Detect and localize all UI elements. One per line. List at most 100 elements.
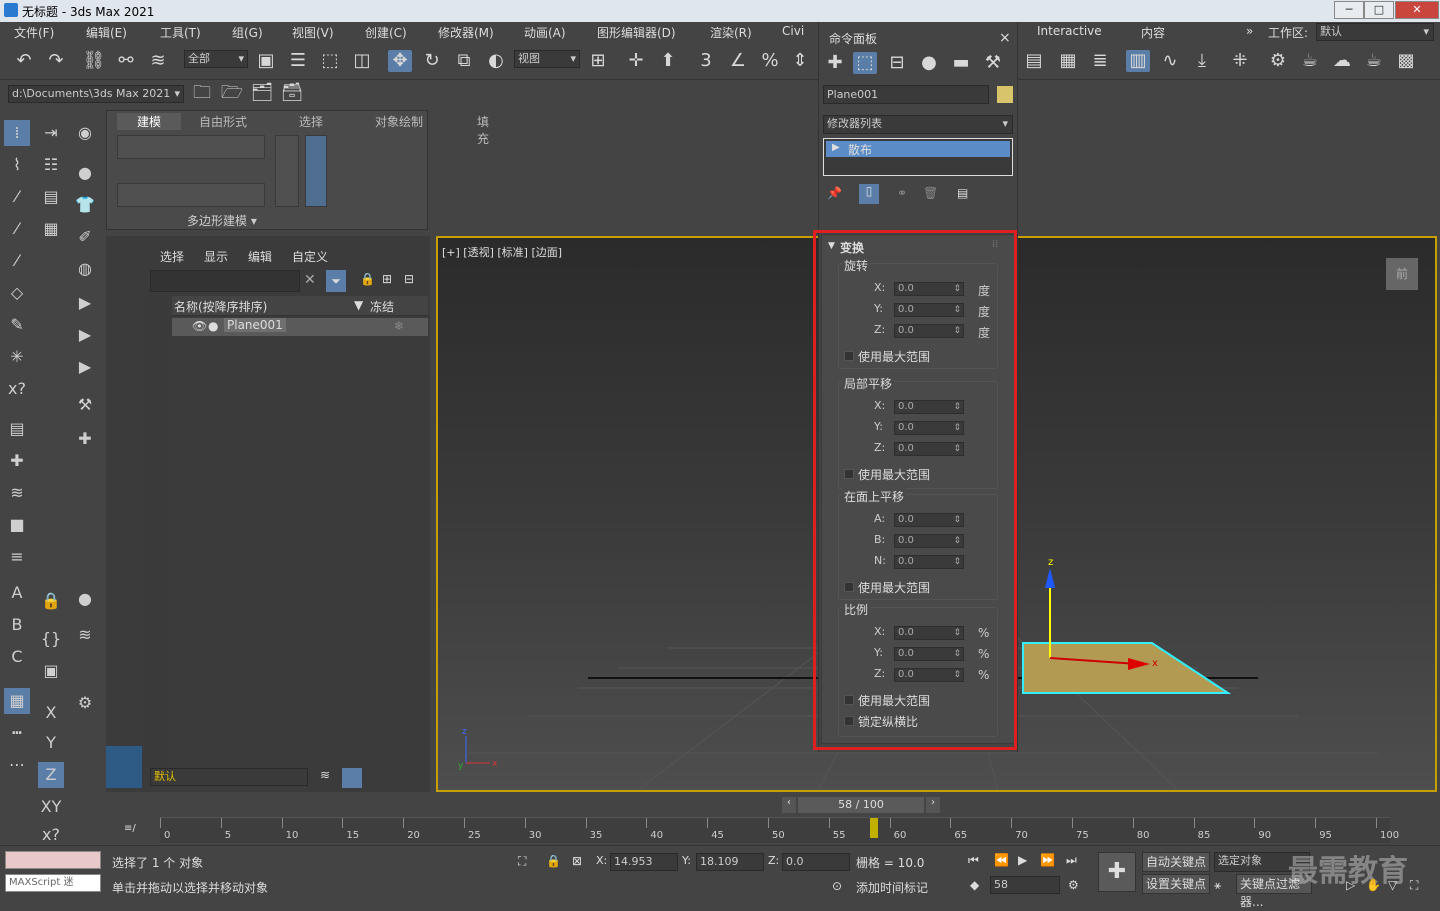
freeze-icon[interactable]: ❄ (394, 319, 404, 333)
time-tag-icon[interactable]: ⊙ (832, 879, 842, 893)
chevron-more-icon[interactable]: » (1246, 24, 1253, 38)
film-icon[interactable]: ▶ (72, 290, 98, 316)
select-scale-icon[interactable]: ⧉ (452, 50, 476, 72)
tab-modeling[interactable]: 建模 (117, 113, 182, 130)
tshirt-icon[interactable]: 👕 (72, 192, 98, 218)
move-in-icon[interactable]: ⇥ (38, 120, 64, 146)
layer-explorer-icon[interactable]: ≣ (1088, 50, 1112, 72)
table-row[interactable]: 👁 ● Plane001 ❄ (172, 318, 428, 336)
set-project-icon[interactable]: 🗃 (280, 82, 304, 104)
x-coordinate-field[interactable]: 14.953 (610, 853, 678, 871)
render-production-icon[interactable]: ☕ (1362, 50, 1386, 72)
snaps-toggle-icon[interactable]: 3 (694, 50, 718, 72)
maxscript-listener-output[interactable] (5, 851, 101, 869)
expand-arrow-icon[interactable]: ▶ (832, 142, 840, 153)
angle-snap-icon[interactable]: ∠ (726, 50, 750, 72)
keyboard-shortcut-icon[interactable]: ⬆ (656, 50, 680, 72)
close-button[interactable]: ✕ (1395, 1, 1439, 19)
list-add-icon[interactable]: ☷ (38, 152, 64, 178)
schematic-view-icon[interactable]: ⁜ (1228, 50, 1252, 72)
axis-x-icon[interactable]: X (38, 700, 64, 726)
rendered-frame-icon[interactable]: ☁ (1330, 50, 1354, 72)
polygon-tools[interactable] (117, 183, 265, 207)
menu-create[interactable]: 创建(C) (365, 24, 407, 41)
explorer-menu-customize[interactable]: 自定义 (292, 248, 328, 265)
absolute-mode-icon[interactable]: ⊠ (572, 854, 582, 868)
orbit-icon[interactable]: ▷ (1346, 878, 1355, 892)
unlink-icon[interactable]: ⚯ (114, 50, 138, 72)
polygon-select-icon[interactable]: ◇ (4, 280, 30, 306)
maxscript-input[interactable]: MAXScript 迷 (5, 874, 101, 892)
render-dot-icon[interactable]: ● (208, 319, 218, 333)
isolate-icon[interactable]: ⛶ (518, 854, 526, 869)
add-layer-icon[interactable]: ✚ (4, 448, 30, 474)
render-setup-icon[interactable]: ☕ (1298, 50, 1322, 72)
graphite-select-icon[interactable]: ⁞ (4, 120, 30, 146)
utilities-tab-icon[interactable]: ⚒ (981, 52, 1005, 74)
shapes-icon[interactable]: ● (72, 160, 98, 186)
layer-add-icon[interactable]: ▤ (38, 184, 64, 210)
key-filter-icon[interactable]: ⚹ (1214, 878, 1221, 893)
pivot-center-icon[interactable]: ⊞ (586, 50, 610, 72)
auto-key-button[interactable]: 自动关键点 (1142, 852, 1210, 872)
sphere-icon[interactable]: ◍ (72, 256, 98, 282)
material-editor-icon[interactable]: ⚙ (1266, 50, 1290, 72)
modifier-list-dropdown[interactable]: 修改器列表 ▾ (823, 115, 1013, 134)
current-frame-field[interactable]: 58 (990, 876, 1060, 894)
scatter-icon[interactable]: ✳ (4, 344, 30, 370)
scene-explorer-icon[interactable]: ▦ (1056, 50, 1080, 72)
ruler-icon[interactable]: ┅ (4, 720, 30, 746)
window-crossing-icon[interactable]: ◫ (350, 50, 374, 72)
set-key-button[interactable]: 设置关键点 (1142, 874, 1210, 894)
plus-icon[interactable]: ✚ (72, 426, 98, 452)
hierarchy2-icon[interactable]: ⊟ (404, 272, 414, 286)
axis-xy-icon[interactable]: XY (38, 794, 64, 820)
tab-object-paint[interactable]: 对象绘制 (375, 113, 423, 130)
curve-toggle-icon[interactable]: ≡/ (124, 823, 136, 834)
curve-editor-icon[interactable]: ∿ (1158, 50, 1182, 72)
open-project-icon[interactable]: 🗁 (220, 82, 244, 104)
explorer-search-input[interactable] (150, 270, 300, 292)
menu-tools[interactable]: 工具(T) (160, 24, 201, 41)
subobject-buttons[interactable] (117, 135, 265, 159)
object-name-field[interactable]: Plane001 (823, 85, 989, 104)
undo-icon[interactable]: ↶ (12, 50, 36, 72)
menu-civil[interactable]: Civi (782, 24, 804, 38)
project-path-dropdown[interactable]: d:\Documents\3ds Max 2021 ▾ (8, 85, 184, 103)
ring-icon[interactable]: ⁄ (4, 248, 30, 274)
select-place-icon[interactable]: ◐ (484, 50, 508, 72)
tab-populate[interactable]: 填充 (477, 113, 489, 147)
time-config-icon[interactable]: ⚙ (1068, 878, 1079, 892)
stack-icon[interactable]: ≋ (4, 480, 30, 506)
time-slider[interactable]: 58 / 100 (798, 797, 924, 813)
show-end-result-icon[interactable]: ▯ (859, 184, 879, 204)
explorer-menu-select[interactable]: 选择 (160, 248, 184, 265)
minimize-button[interactable]: ─ (1334, 1, 1364, 19)
menu-group[interactable]: 组(G) (232, 24, 263, 41)
y-coordinate-field[interactable]: 18.109 (696, 853, 764, 871)
prev-frame-icon[interactable]: ‹ (782, 797, 796, 813)
configure-sets-icon[interactable]: ▤ (957, 186, 968, 200)
layer-manager-icon[interactable]: ≋ (320, 768, 330, 782)
polygon-modeling-label[interactable]: 多边形建模 ▾ (187, 212, 257, 229)
dots-icon[interactable]: ⋯ (4, 752, 30, 778)
dope-sheet-icon[interactable]: ⤓ (1190, 50, 1214, 72)
menu-interactive[interactable]: Interactive (1037, 24, 1102, 38)
menu-modifiers[interactable]: 修改器(M) (438, 24, 494, 41)
hierarchy-icon[interactable]: ⊞ (382, 272, 392, 286)
grid-icon[interactable]: ▦ (38, 216, 64, 242)
lock-icon[interactable]: 🔒 (38, 588, 64, 614)
pencil-icon[interactable]: ✐ (72, 224, 98, 250)
lasso-icon[interactable]: ⌇ (4, 152, 30, 178)
menu-graph-editors[interactable]: 图形编辑器(D) (597, 24, 676, 41)
make-unique-icon[interactable]: ⚭ (897, 186, 907, 200)
menu-file[interactable]: 文件(F) (14, 24, 54, 41)
select-by-name-icon[interactable]: ☰ (286, 50, 310, 72)
previous-frame-icon[interactable]: ⏪ (994, 853, 1009, 867)
explorer-menu-edit[interactable]: 编辑 (248, 248, 272, 265)
go-to-end-icon[interactable]: ⏭ (1066, 853, 1077, 868)
project-folder-icon[interactable]: 🗀 (190, 82, 214, 104)
object-color-swatch[interactable] (997, 86, 1013, 103)
render-cloud-icon[interactable]: ▩ (1394, 50, 1418, 72)
braces-icon[interactable]: {} (38, 626, 64, 652)
